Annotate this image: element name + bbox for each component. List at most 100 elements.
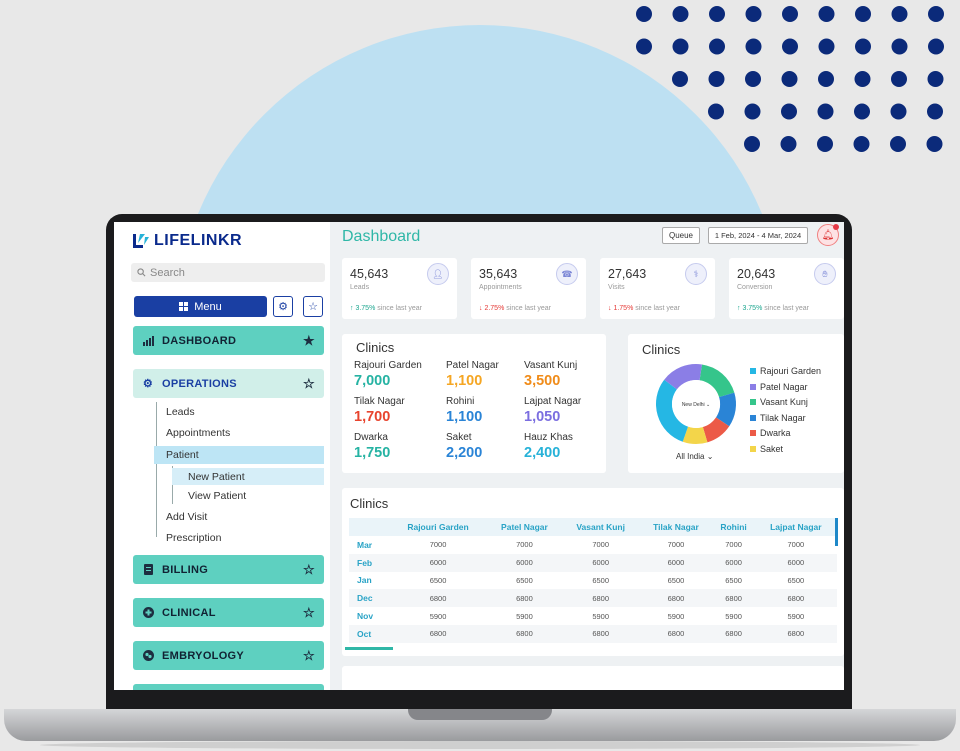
- table-cell: 7000: [516, 540, 533, 550]
- bell-icon: 🔔︎: [821, 229, 835, 241]
- operations-icon: ⚙: [142, 378, 154, 390]
- decor-dot: [854, 71, 871, 87]
- table-cell: 6800: [487, 589, 562, 608]
- legend-swatch: [750, 399, 756, 405]
- table-cell: 6800: [639, 624, 713, 643]
- decor-dot: [636, 6, 652, 22]
- clinics-summary-card: Clinics Rajouri Garden 7,000 Patel Nagar 1,…: [342, 334, 606, 473]
- clinic-value: 1,050: [524, 409, 561, 425]
- stat-change: ↓ 1.75% since last year: [608, 305, 680, 312]
- subnav-new-patient-label: New Patient: [188, 470, 245, 483]
- column-header[interactable]: Vasant Kunj: [561, 518, 640, 536]
- nav-operations[interactable]: ⚙ OPERATIONS ☆: [133, 369, 324, 398]
- table-cell: 6500: [667, 575, 685, 585]
- table-row[interactable]: Mar 7000 7000 7000 7000 7000 7000: [349, 536, 837, 554]
- nav-clinical-label: CLINICAL: [162, 606, 216, 619]
- grid-icon: [179, 302, 189, 311]
- subnav-patient[interactable]: Patient: [154, 446, 324, 464]
- search-input[interactable]: Search: [131, 263, 325, 282]
- table-cell: 6800: [389, 624, 488, 643]
- subnav-appointments[interactable]: Appointments: [166, 427, 230, 439]
- clinic-name: Rajouri Garden: [354, 360, 422, 371]
- decor-dot: [891, 71, 907, 87]
- stat-label: Appointments: [479, 284, 522, 291]
- subnav-view-patient[interactable]: View Patient: [188, 490, 246, 502]
- stat-change-value: 3.75%: [742, 305, 763, 312]
- subnav-prescription[interactable]: Prescription: [166, 532, 221, 544]
- decor-dot: [708, 103, 724, 120]
- table-cell: 5900: [592, 611, 609, 621]
- decor-dot: [782, 38, 798, 55]
- nav-clinical[interactable]: CLINICAL ☆: [133, 598, 324, 627]
- stat-value: 45,643: [350, 267, 389, 281]
- arrow-up-icon: ↑: [737, 305, 741, 312]
- nav-billing[interactable]: BILLING ☆: [133, 555, 324, 584]
- decor-dot: [636, 38, 652, 55]
- settings-button[interactable]: ⚙: [273, 296, 293, 317]
- region-filter[interactable]: All India ⌄: [676, 452, 713, 461]
- table-cell: 6800: [712, 589, 755, 608]
- subnav-add-visit[interactable]: Add Visit: [166, 511, 207, 523]
- star-outline-icon[interactable]: ☆: [303, 376, 315, 392]
- legend-label: Patel Nagar: [760, 381, 808, 392]
- donut-center-label[interactable]: New Delhi ⌄: [682, 402, 710, 408]
- column-header[interactable]: Rajouri Garden: [389, 518, 488, 536]
- stat-change: ↓ 2.75% since last year: [479, 305, 551, 312]
- nav-more[interactable]: [133, 684, 324, 690]
- app-logo[interactable]: LIFELINKR: [132, 230, 242, 252]
- column-header[interactable]: Rohini: [712, 518, 755, 536]
- chevron-down-icon: ⌄: [706, 452, 714, 461]
- horizontal-scrollbar[interactable]: [345, 647, 393, 650]
- table-row[interactable]: Dec 6800 6800 6800 6800 6800 6800: [349, 589, 837, 608]
- table-row[interactable]: Feb 6000 6000 6000 6000 6000 6000: [349, 553, 837, 572]
- nav-embryology[interactable]: EMBRYOLOGY ☆: [133, 641, 324, 670]
- date-range-picker[interactable]: 1 Feb, 2024 - 4 Mar, 2024: [708, 227, 808, 244]
- row-month: Dec: [349, 589, 389, 608]
- star-filled-icon[interactable]: ★: [303, 333, 315, 349]
- page-title: Dashboard: [342, 228, 421, 245]
- decor-dot: [709, 38, 725, 55]
- decor-dot: [891, 6, 908, 22]
- nav-dashboard[interactable]: DASHBOARD ★: [133, 326, 324, 355]
- queue-button[interactable]: Queue: [662, 227, 700, 244]
- clinic-value: 1,100: [446, 373, 483, 389]
- column-header[interactable]: Tilak Nagar: [639, 518, 713, 536]
- menu-button[interactable]: Menu: [134, 296, 267, 317]
- clinic-value: 1,100: [446, 409, 483, 425]
- clinic-value: 7,000: [354, 373, 391, 389]
- stat-card-conversion: 20,643 Conversion ✋︎ ↑ 3.75% since last …: [729, 258, 844, 319]
- table-cell: 6000: [754, 553, 837, 572]
- legend-item: Dwarka: [750, 428, 791, 438]
- stat-change-value: 1.75%: [613, 305, 634, 312]
- table-row[interactable]: Oct 6800 6800 6800 6800 6800 6800: [349, 624, 837, 643]
- arrow-down-icon: ↓: [479, 305, 483, 312]
- column-header[interactable]: Patel Nagar: [487, 518, 562, 536]
- vertical-scrollbar[interactable]: [835, 518, 838, 546]
- decor-dot: [745, 6, 762, 22]
- table-cell: 7000: [429, 540, 447, 550]
- star-outline-icon[interactable]: ☆: [303, 562, 315, 578]
- subnav-new-patient[interactable]: New Patient: [172, 468, 324, 485]
- decor-dot: [927, 103, 943, 120]
- table-cell: 6800: [712, 624, 755, 643]
- arrow-up-icon: ↑: [350, 305, 354, 312]
- table-cell: 6000: [712, 553, 755, 572]
- subnav-leads[interactable]: Leads: [166, 406, 195, 418]
- table-row[interactable]: Nov 5900 5900 5900 5900 5900 5900: [349, 607, 837, 625]
- table-row[interactable]: Jan 6500 6500 6500 6500 6500 6500: [349, 572, 837, 590]
- laptop-shadow: [40, 741, 920, 749]
- decor-dot: [744, 136, 760, 152]
- star-outline-icon[interactable]: ☆: [303, 648, 315, 664]
- logo-icon: [133, 234, 149, 248]
- stat-value: 35,643: [479, 267, 518, 281]
- star-outline-icon[interactable]: ☆: [303, 605, 315, 621]
- favorites-button[interactable]: ☆: [303, 296, 323, 317]
- decor-dot: [745, 38, 762, 55]
- table-cell: 6000: [389, 553, 488, 572]
- column-header[interactable]: Lajpat Nagar: [754, 518, 837, 536]
- table-cell: 5900: [429, 611, 447, 621]
- table-cell: 6500: [516, 575, 533, 585]
- column-header[interactable]: [349, 518, 389, 536]
- table-header-row: Rajouri Garden Patel Nagar Vasant Kunj Tila…: [349, 518, 837, 536]
- stat-value: 27,643: [608, 267, 647, 281]
